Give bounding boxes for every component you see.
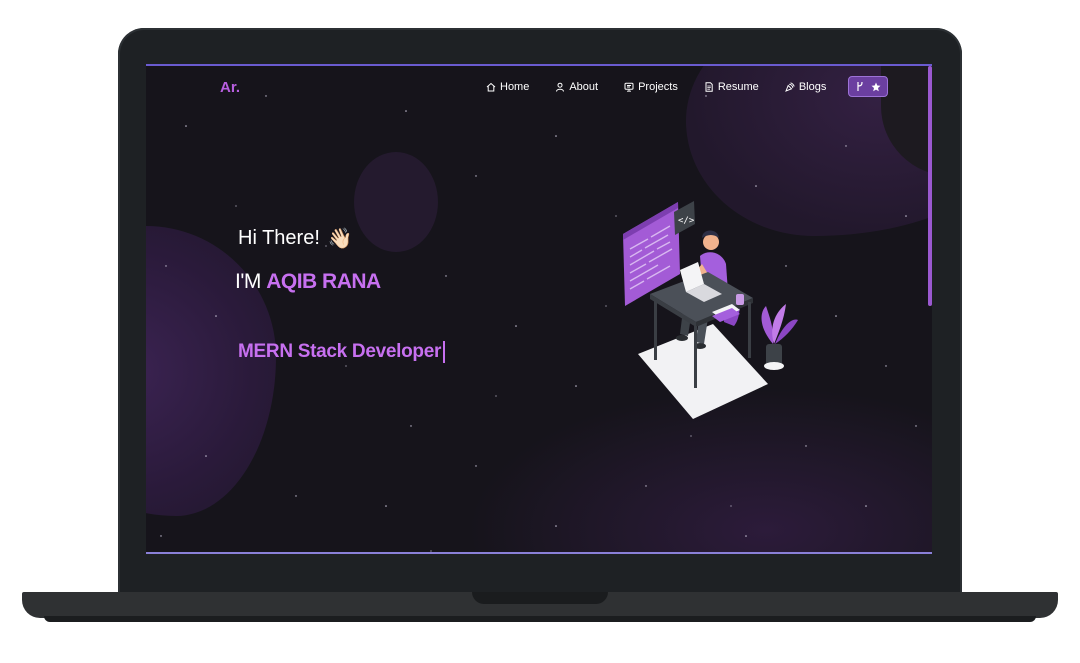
- nav-label: Resume: [717, 80, 759, 93]
- hero-name-line: I'M AQIB RANA: [235, 270, 381, 294]
- nav-label: Blogs: [798, 80, 827, 93]
- hero-name: AQIB RANA: [266, 270, 381, 293]
- laptop-screen: Ar. Home About Projects Resume Blogs Hi …: [146, 64, 932, 554]
- projects-icon: [624, 82, 634, 92]
- git-fork-icon: [857, 81, 863, 91]
- star-icon: [871, 82, 881, 91]
- nav-item-about[interactable]: About: [555, 77, 598, 97]
- laptop-base-shadow: [44, 616, 1036, 622]
- nav-label: Projects: [638, 80, 678, 93]
- main-nav: Home About Projects Resume Blogs: [486, 76, 889, 97]
- hero-role-typewriter: MERN Stack Developer: [238, 341, 445, 363]
- github-fork-button[interactable]: [848, 76, 889, 97]
- typewriter-cursor: [443, 341, 445, 363]
- starfield: [160, 95, 917, 552]
- laptop-notch: [472, 592, 608, 604]
- user-icon: [556, 82, 565, 92]
- document-icon: [705, 81, 713, 92]
- scrollbar[interactable]: [928, 66, 932, 306]
- svg-text:</>: </>: [678, 216, 695, 226]
- greeting-text: Hi There!: [238, 227, 320, 249]
- developer-at-desk-illustration: </>: [623, 201, 798, 419]
- nav-item-blogs[interactable]: Blogs: [784, 77, 827, 97]
- nav-item-home[interactable]: Home: [486, 77, 529, 97]
- nav-item-resume[interactable]: Resume: [704, 77, 759, 97]
- hero-greeting: Hi There! 👋🏻: [238, 226, 353, 251]
- role-text: MERN Stack Developer: [238, 341, 442, 362]
- site-logo[interactable]: Ar.: [220, 79, 240, 96]
- nav-label: About: [569, 80, 599, 93]
- wave-emoji-icon: 👋🏻: [327, 228, 353, 250]
- nav-item-projects[interactable]: Projects: [624, 77, 678, 97]
- nav-label: Home: [500, 80, 530, 93]
- blog-icon: [784, 81, 795, 92]
- name-prefix: I'M: [235, 270, 261, 293]
- home-icon: [486, 82, 496, 91]
